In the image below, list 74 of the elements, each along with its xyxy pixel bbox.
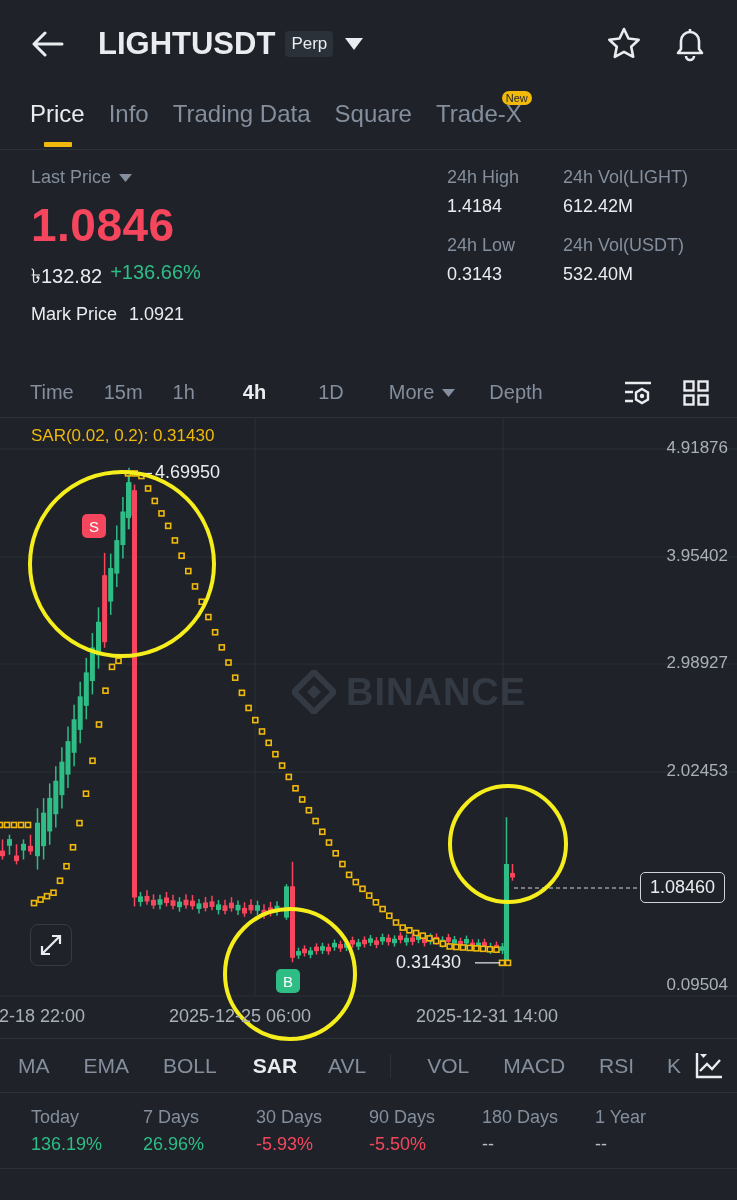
last-price: 1.0846 — [31, 198, 176, 252]
price-axis-label: 2.98927 — [666, 653, 728, 673]
indicator-tab[interactable]: BOLL — [163, 1053, 217, 1078]
period-label: 180 Days — [482, 1107, 560, 1128]
indicator-tab[interactable]: RSI — [599, 1053, 635, 1078]
period-change: 136.19% — [31, 1134, 104, 1155]
interval-tab[interactable]: Depth — [489, 381, 543, 404]
period-label: 7 Days — [143, 1107, 201, 1128]
period-change: -5.50% — [369, 1134, 428, 1155]
price-axis-label: 4.91876 — [666, 438, 728, 458]
interval-tab[interactable]: 1D — [318, 381, 344, 404]
stat-value: 1.4184 — [447, 196, 504, 217]
indicator-tab[interactable]: MA — [18, 1053, 50, 1078]
mark-price-label: Mark Price — [31, 304, 117, 325]
interval-tab[interactable]: 1h — [172, 381, 195, 404]
stat-label: 24h High — [447, 167, 521, 188]
tab[interactable]: Trading Data — [172, 88, 311, 128]
tab[interactable]: Price — [30, 88, 85, 128]
period-label: Today — [31, 1107, 81, 1128]
indicator-tab[interactable]: MACD — [503, 1053, 566, 1078]
signal-marker: S — [82, 514, 106, 538]
interval-tab[interactable]: More — [388, 381, 456, 404]
indicator-legend: SAR(0.02, 0.2): 0.31430 — [31, 426, 215, 446]
indicator-tab[interactable]: K — [667, 1053, 682, 1078]
time-axis-label: 2-18 22:00 — [0, 1006, 86, 1027]
indicator-tab[interactable]: EMA — [83, 1053, 129, 1078]
current-price-tag: 1.08460 — [640, 872, 726, 903]
indicator-tab[interactable]: AVL — [328, 1053, 367, 1078]
chart-settings-icon[interactable] — [623, 379, 653, 406]
price-change: +136.66% — [110, 261, 201, 285]
caret-icon — [442, 388, 456, 397]
interval-tab[interactable]: 4h — [242, 381, 267, 404]
high-price-label: 4.69950 — [155, 462, 221, 484]
price-type-label[interactable]: Last Price — [31, 167, 112, 188]
expand-button[interactable] — [30, 924, 72, 966]
period-label: 30 Days — [256, 1107, 324, 1128]
period-change: -5.93% — [256, 1134, 315, 1155]
signal-marker: B — [276, 969, 300, 993]
period-change: 26.96% — [143, 1134, 206, 1155]
tab[interactable]: Info — [108, 88, 149, 128]
tab-indicator — [44, 142, 72, 147]
leader-line — [474, 962, 501, 964]
back-arrow-icon[interactable] — [32, 31, 64, 57]
mark-price: 1.0921 — [129, 304, 185, 325]
stat-label: 24h Low — [447, 235, 517, 256]
price-axis-label: 3.95402 — [666, 546, 728, 566]
stat-label: 24h Vol(USDT) — [563, 235, 686, 256]
interval-tab[interactable]: Time — [30, 381, 74, 404]
time-axis-label: 2025-12-31 14:00 — [416, 1006, 559, 1027]
stat-value: 532.40M — [563, 264, 635, 285]
fiat-price: ৳132.82 — [31, 264, 103, 289]
indicator-tab[interactable]: SAR — [252, 1053, 298, 1078]
line-chart-icon[interactable] — [695, 1051, 723, 1079]
period-label: 90 Days — [369, 1107, 437, 1128]
diamond-logo-icon — [292, 670, 336, 714]
caret-icon[interactable] — [345, 38, 364, 50]
interval-tab[interactable]: 15m — [103, 381, 143, 404]
pair-title: LIGHTUSDT — [98, 26, 276, 62]
stat-value: 612.42M — [563, 196, 635, 217]
period-label: 1 Year — [595, 1107, 648, 1128]
tab[interactable]: Square — [334, 88, 412, 128]
stat-value: 0.3143 — [447, 264, 504, 285]
price-axis-label: 2.02453 — [666, 761, 728, 781]
contract-badge: Perp — [285, 31, 334, 57]
price-axis-label: 0.09504 — [666, 975, 728, 995]
star-icon[interactable] — [607, 27, 641, 61]
grid-icon[interactable] — [683, 379, 709, 406]
period-change: -- — [595, 1134, 608, 1155]
expand-icon — [39, 933, 63, 957]
indicator-tab[interactable]: VOL — [427, 1053, 470, 1078]
period-change: -- — [482, 1134, 495, 1155]
new-badge: New — [501, 91, 532, 105]
low-price-label: 0.31430 — [396, 951, 462, 973]
stat-label: 24h Vol(LIGHT) — [563, 167, 690, 188]
